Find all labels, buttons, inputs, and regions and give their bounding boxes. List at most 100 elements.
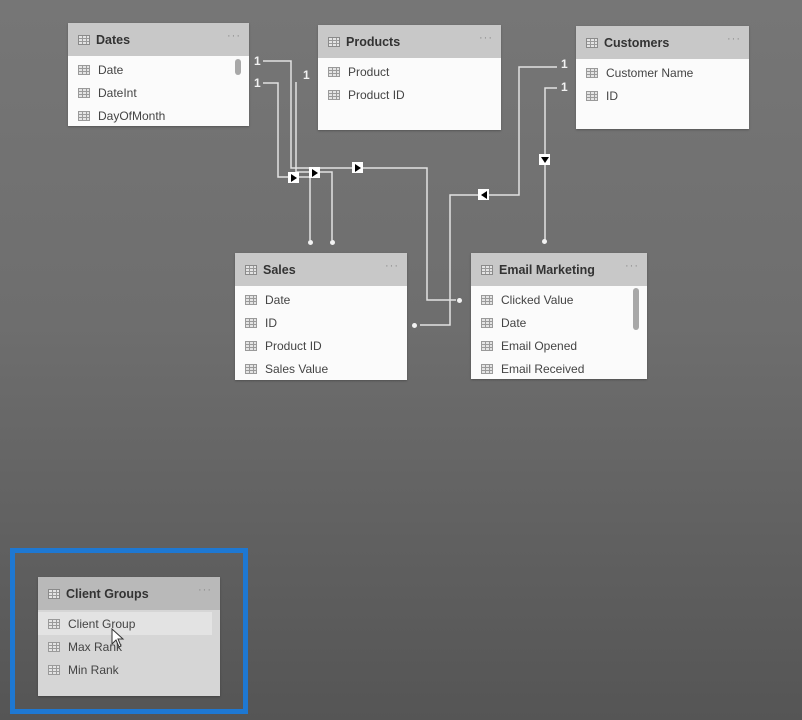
field-row[interactable]: Date [68, 58, 249, 81]
table-card-dates[interactable]: Dates ··· Date DateInt DayOfMonth [68, 23, 249, 126]
field-grid-icon [245, 340, 257, 351]
table-title: Customers [604, 35, 670, 50]
more-options-button[interactable]: ··· [198, 584, 212, 596]
scrollbar-thumb[interactable] [235, 59, 241, 75]
cardinality-one-label: 1 [561, 57, 568, 71]
relationship-line-dates-sales [263, 82, 311, 240]
field-label: Product ID [348, 87, 405, 102]
filter-direction-arrow[interactable] [539, 154, 550, 165]
field-label: DateInt [98, 85, 137, 100]
field-row[interactable]: Date [471, 311, 647, 334]
table-grid-icon [48, 588, 60, 599]
table-card-products[interactable]: Products ··· Product Product ID [318, 25, 501, 130]
field-row[interactable]: DayOfMonth [68, 104, 249, 127]
field-label: Product [348, 64, 390, 79]
field-grid-icon [78, 110, 90, 121]
field-row[interactable]: Email Opened [471, 334, 647, 357]
field-label: Sales Value [265, 361, 329, 376]
table-header[interactable]: Email Marketing ··· [471, 253, 647, 286]
more-options-button[interactable]: ··· [727, 33, 741, 45]
field-row[interactable]: Product ID [235, 334, 407, 357]
field-row[interactable]: Customer Name [576, 61, 749, 84]
field-label: ID [606, 88, 618, 103]
field-label: ID [265, 315, 277, 330]
many-side-dot [308, 240, 313, 245]
field-label: Email Received [501, 361, 585, 376]
cardinality-one-label: 1 [303, 68, 310, 82]
field-row[interactable]: Product ID [318, 83, 501, 106]
mouse-pointer-icon [111, 628, 125, 648]
field-label: DayOfMonth [98, 108, 166, 123]
field-row[interactable]: Min Rank [38, 658, 220, 681]
arrow-right-icon [290, 173, 297, 182]
field-row[interactable]: ID [576, 84, 749, 107]
field-row[interactable]: Email Received [471, 357, 647, 380]
table-header[interactable]: Client Groups ··· [38, 577, 220, 610]
arrow-left-icon [480, 190, 487, 199]
field-row[interactable]: Sales Value [235, 357, 407, 380]
field-grid-icon [481, 363, 493, 374]
field-grid-icon [48, 618, 60, 629]
table-grid-icon [78, 34, 90, 45]
field-label: Date [265, 292, 291, 307]
cardinality-one-label: 1 [561, 80, 568, 94]
filter-direction-arrow[interactable] [288, 172, 299, 183]
table-grid-icon [245, 264, 257, 275]
field-grid-icon [48, 641, 60, 652]
table-grid-icon [481, 264, 493, 275]
field-grid-icon [328, 66, 340, 77]
more-options-button[interactable]: ··· [479, 32, 493, 44]
table-grid-icon [586, 37, 598, 48]
many-side-dot [457, 298, 462, 303]
model-view-canvas[interactable]: 1 1 1 1 1 Dates ··· Date DateInt DayOfMo… [0, 0, 802, 720]
table-title: Sales [263, 262, 296, 277]
table-grid-icon [328, 36, 340, 47]
field-grid-icon [245, 317, 257, 328]
field-grid-icon [78, 64, 90, 75]
field-grid-icon [245, 294, 257, 305]
field-label: Clicked Value [501, 292, 574, 307]
field-row[interactable]: DateInt [68, 81, 249, 104]
field-label: Product ID [265, 338, 322, 353]
arrow-down-icon [540, 156, 549, 163]
scrollbar-thumb[interactable] [633, 288, 639, 330]
more-options-button[interactable]: ··· [385, 260, 399, 272]
field-grid-icon [481, 340, 493, 351]
table-header[interactable]: Dates ··· [68, 23, 249, 56]
field-grid-icon [78, 87, 90, 98]
table-title: Products [346, 34, 401, 49]
table-title: Client Groups [66, 586, 149, 601]
field-grid-icon [481, 294, 493, 305]
field-row[interactable]: Max Rank [38, 635, 220, 658]
table-header[interactable]: Customers ··· [576, 26, 749, 59]
field-row[interactable]: Date [235, 288, 407, 311]
arrow-right-icon [311, 168, 318, 177]
table-title: Dates [96, 32, 131, 47]
many-side-dot [412, 323, 417, 328]
table-card-client-groups[interactable]: Client Groups ··· Client Group Max Rank … [38, 577, 220, 696]
field-label: Client Group [68, 616, 136, 631]
many-side-dot [330, 240, 335, 245]
field-grid-icon [328, 89, 340, 100]
table-card-email-marketing[interactable]: Email Marketing ··· Clicked Value Date E… [471, 253, 647, 379]
table-header[interactable]: Products ··· [318, 25, 501, 58]
field-label: Date [98, 62, 124, 77]
cardinality-one-label: 1 [254, 54, 261, 68]
many-side-dot [542, 239, 547, 244]
field-label: Customer Name [606, 65, 694, 80]
filter-direction-arrow[interactable] [352, 162, 363, 173]
more-options-button[interactable]: ··· [625, 260, 639, 272]
field-label: Email Opened [501, 338, 578, 353]
filter-direction-arrow[interactable] [309, 167, 320, 178]
field-row[interactable]: Clicked Value [471, 288, 647, 311]
more-options-button[interactable]: ··· [227, 30, 241, 42]
arrow-right-icon [354, 163, 361, 172]
table-card-sales[interactable]: Sales ··· Date ID Product ID Sales Value [235, 253, 407, 380]
filter-direction-arrow[interactable] [478, 189, 489, 200]
field-row[interactable]: ID [235, 311, 407, 334]
table-header[interactable]: Sales ··· [235, 253, 407, 286]
table-card-customers[interactable]: Customers ··· Customer Name ID [576, 26, 749, 129]
field-row[interactable]: Product [318, 60, 501, 83]
field-row[interactable]: Client Group [38, 612, 212, 635]
field-grid-icon [586, 67, 598, 78]
